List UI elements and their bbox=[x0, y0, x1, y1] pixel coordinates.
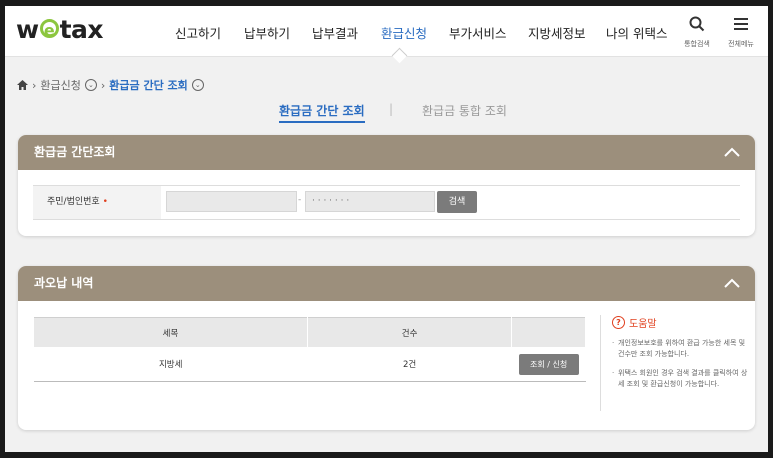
browser-viewport: w e tax 신고하기 납부하기 납부결과 환급신청 부가서비스 지방세정보 나의… bbox=[5, 6, 768, 452]
tab-simple-refund-lookup[interactable]: 환급금 간단 조회 bbox=[279, 102, 365, 123]
nav-item-my-wetax[interactable]: 나의 위택스 bbox=[606, 23, 667, 42]
id-number-dash: - bbox=[298, 195, 302, 205]
panel-header: 과오납 내역 bbox=[18, 266, 755, 301]
help-item: 위택스 회원인 경우 검색 결과를 클릭하여 상세 조회 및 환급신청이 가능합… bbox=[612, 368, 748, 390]
col-header-count: 건수 bbox=[307, 317, 513, 347]
required-mark: • bbox=[102, 197, 108, 207]
wetax-logo[interactable]: w e tax bbox=[16, 15, 104, 44]
id-number-row: 주민/법인번호 • - · · · · · · · 검색 bbox=[33, 185, 740, 220]
search-label: 통합검색 bbox=[684, 40, 710, 48]
chevron-up-icon[interactable] bbox=[723, 143, 741, 161]
id-number-back-input[interactable]: · · · · · · · bbox=[305, 191, 435, 212]
cell-count: 2건 bbox=[307, 347, 512, 382]
active-nav-pointer bbox=[391, 47, 408, 64]
breadcrumb-separator: › bbox=[32, 78, 37, 92]
overpayment-panel: 과오납 내역 세목 건수 지방세 2건 조회 / 신청 ?도움말 개인정보보호를… bbox=[18, 266, 755, 430]
search-button[interactable]: 검색 bbox=[437, 191, 477, 213]
cell-tax: 지방세 bbox=[34, 347, 308, 382]
col-header-tax: 세목 bbox=[34, 317, 308, 347]
breadcrumb-item-current[interactable]: 환급금 간단 조회 bbox=[109, 77, 188, 93]
cell-action: 조회 / 신청 bbox=[511, 347, 586, 382]
breadcrumb-item-refund[interactable]: 환급신청 bbox=[40, 77, 80, 93]
nav-item-pay[interactable]: 납부하기 bbox=[244, 23, 290, 42]
help-title: ? 도움말 bbox=[612, 315, 748, 330]
search-icon bbox=[689, 16, 705, 32]
id-number-front-input[interactable] bbox=[166, 191, 297, 212]
integrated-search-button[interactable]: 통합검색 bbox=[675, 16, 719, 49]
simple-lookup-panel: 환급금 간단조회 주민/법인번호 • - · · · · · · · 검색 bbox=[18, 135, 755, 236]
panel-title: 과오납 내역 bbox=[34, 276, 94, 290]
menu-label: 전체메뉴 bbox=[728, 40, 754, 48]
nav-item-pay-result[interactable]: 납부결과 bbox=[312, 23, 358, 42]
help-item: 개인정보보호를 위하여 환급 가능한 세목 및 건수만 조회 가능합니다. bbox=[612, 338, 748, 360]
panel-title: 환급금 간단조회 bbox=[34, 145, 116, 159]
panel-header: 환급금 간단조회 bbox=[18, 135, 755, 170]
hamburger-icon bbox=[734, 18, 748, 30]
chevron-down-icon[interactable]: ⌄ bbox=[84, 79, 97, 91]
tab-separator: | bbox=[389, 102, 394, 116]
home-icon[interactable] bbox=[17, 80, 28, 90]
question-icon: ? bbox=[612, 316, 625, 329]
site-header: w e tax 신고하기 납부하기 납부결과 환급신청 부가서비스 지방세정보 나의… bbox=[5, 6, 768, 64]
overpayment-table: 세목 건수 지방세 2건 조회 / 신청 bbox=[34, 317, 586, 382]
breadcrumb: › 환급신청 ⌄ › 환급금 간단 조회 ⌄ bbox=[17, 78, 204, 92]
breadcrumb-separator: › bbox=[100, 78, 106, 92]
nav-item-report[interactable]: 신고하기 bbox=[175, 23, 221, 42]
nav-item-extra-services[interactable]: 부가서비스 bbox=[449, 23, 507, 42]
tab-integrated-refund-lookup[interactable]: 환급금 통합 조회 bbox=[422, 102, 507, 119]
nav-item-refund[interactable]: 환급신청 bbox=[381, 23, 427, 42]
chevron-up-icon[interactable] bbox=[723, 274, 741, 292]
help-box: ?도움말 개인정보보호를 위하여 환급 가능한 세목 및 건수만 조회 가능합니… bbox=[600, 315, 748, 411]
chevron-down-icon[interactable]: ⌄ bbox=[191, 79, 204, 91]
lookup-apply-button[interactable]: 조회 / 신청 bbox=[518, 353, 579, 375]
table-row: 지방세 2건 조회 / 신청 bbox=[34, 347, 586, 382]
col-header-action bbox=[511, 317, 586, 347]
logo-e-mark: e bbox=[39, 19, 59, 40]
id-number-label: 주민/법인번호 • bbox=[33, 186, 161, 219]
all-menu-button[interactable]: 전체메뉴 bbox=[719, 16, 763, 49]
nav-item-local-tax-info[interactable]: 지방세정보 bbox=[528, 23, 586, 42]
